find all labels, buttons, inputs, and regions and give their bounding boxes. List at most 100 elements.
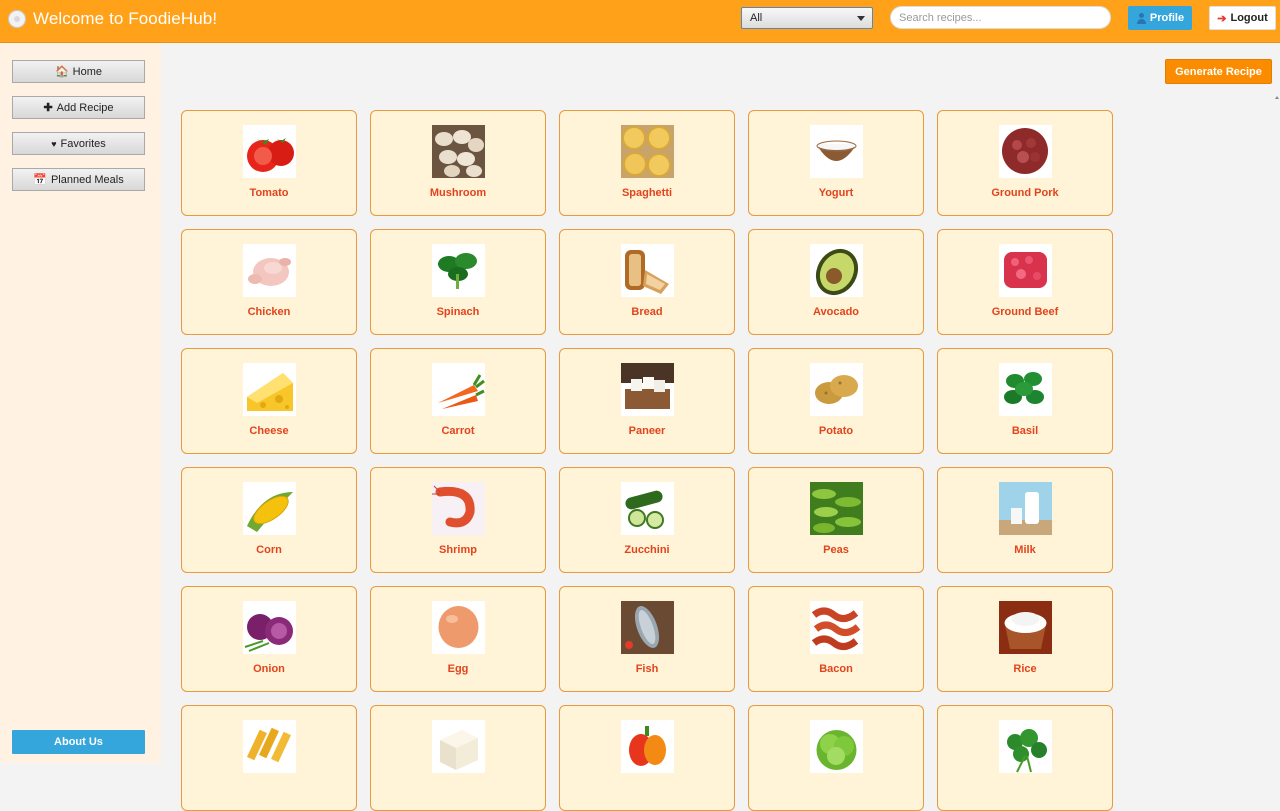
bacon-image [810, 601, 863, 654]
ingredient-card-potato[interactable]: Potato [748, 348, 924, 454]
onion-image [243, 601, 296, 654]
ingredient-card-spaghetti[interactable]: Spaghetti [559, 110, 735, 216]
milk-image [999, 482, 1052, 535]
plate-icon [8, 10, 26, 28]
ingredient-name: Bread [631, 306, 663, 318]
ground-beef-image [999, 244, 1052, 297]
ingredient-name: Cheese [249, 425, 289, 437]
cheese-image [243, 363, 296, 416]
ingredient-card-fish[interactable]: Fish [559, 586, 735, 692]
sidebar-item-add-recipe[interactable]: ✚ Add Recipe [12, 96, 145, 119]
sidebar-item-favorites[interactable]: ♥ Favorites [12, 132, 145, 155]
ingredient-card-bread[interactable]: Bread [559, 229, 735, 335]
scrollbar[interactable] [1274, 95, 1280, 763]
profile-button[interactable]: Profile [1128, 6, 1192, 30]
ingredient-card-tofu[interactable] [370, 705, 546, 811]
profile-button-label: Profile [1149, 12, 1185, 24]
ingredient-name: Shrimp [439, 544, 477, 556]
ingredient-card-paneer[interactable]: Paneer [559, 348, 735, 454]
ingredient-card-ground-beef[interactable]: Ground Beef [937, 229, 1113, 335]
zucchini-image [621, 482, 674, 535]
ingredient-name: Bacon [819, 663, 853, 675]
sidebar: 🏠 Home ✚ Add Recipe ♥ Favorites 📅 Planne… [0, 43, 161, 763]
logout-icon: ➔ [1217, 12, 1227, 25]
sidebar-item-label: Add Recipe [56, 101, 114, 114]
category-select[interactable]: All [741, 7, 873, 29]
ingredient-card-bacon[interactable]: Bacon [748, 586, 924, 692]
basil-image [999, 363, 1052, 416]
ingredient-name: Paneer [628, 425, 666, 437]
ingredient-name: Zucchini [624, 544, 670, 556]
avocado-image [810, 244, 863, 297]
ingredient-card-shrimp[interactable]: Shrimp [370, 467, 546, 573]
ingredient-card-avocado[interactable]: Avocado [748, 229, 924, 335]
ingredient-card-penne[interactable] [181, 705, 357, 811]
chicken-image [243, 244, 296, 297]
ingredient-card-basil[interactable]: Basil [937, 348, 1113, 454]
ingredient-card-egg[interactable]: Egg [370, 586, 546, 692]
paneer-image [621, 363, 674, 416]
egg-image [432, 601, 485, 654]
ingredient-card-milk[interactable]: Milk [937, 467, 1113, 573]
ingredient-card-lettuce[interactable] [748, 705, 924, 811]
sidebar-item-planned-meals[interactable]: 📅 Planned Meals [12, 168, 145, 191]
scroll-up-arrow-icon[interactable] [1275, 96, 1279, 99]
spaghetti-image [621, 125, 674, 178]
ingredient-name: Spinach [436, 306, 480, 318]
ingredient-card-bell-pepper[interactable] [559, 705, 735, 811]
ingredient-name: Basil [1011, 425, 1039, 437]
ingredient-name: Chicken [247, 306, 291, 318]
bread-image [621, 244, 674, 297]
yogurt-image [810, 125, 863, 178]
ingredient-card-spinach[interactable]: Spinach [370, 229, 546, 335]
ingredient-name: Rice [1013, 663, 1037, 675]
sidebar-item-home[interactable]: 🏠 Home [12, 60, 145, 83]
ingredient-card-corn[interactable]: Corn [181, 467, 357, 573]
sidebar-item-label: Home [72, 65, 103, 78]
search-input[interactable] [890, 6, 1111, 29]
ingredient-card-ground-pork[interactable]: Ground Pork [937, 110, 1113, 216]
ingredient-card-onion[interactable]: Onion [181, 586, 357, 692]
peas-image [810, 482, 863, 535]
ingredient-name: Avocado [812, 306, 860, 318]
ingredient-name: Milk [1014, 544, 1036, 556]
mushroom-image [432, 125, 485, 178]
ingredient-card-peas[interactable]: Peas [748, 467, 924, 573]
ingredient-name: Peas [823, 544, 849, 556]
ingredient-card-chicken[interactable]: Chicken [181, 229, 357, 335]
generate-recipe-button[interactable]: Generate Recipe [1165, 59, 1272, 84]
tofu-image [432, 720, 485, 773]
ingredient-name: Carrot [441, 425, 475, 437]
ingredient-name: Potato [818, 425, 854, 437]
ingredient-card-mushroom[interactable]: Mushroom [370, 110, 546, 216]
calendar-icon: 📅 [33, 174, 47, 186]
category-select-value: All [750, 12, 763, 24]
ground-pork-image [999, 125, 1052, 178]
app-title: Welcome to FoodieHub! [33, 9, 218, 28]
bell-pepper-image [621, 720, 674, 773]
ingredient-card-yogurt[interactable]: Yogurt [748, 110, 924, 216]
ingredient-name: Mushroom [429, 187, 487, 199]
house-icon: 🏠 [54, 66, 69, 78]
ingredient-card-carrot[interactable]: Carrot [370, 348, 546, 454]
ingredient-name: Ground Pork [991, 187, 1059, 199]
ingredient-card-zucchini[interactable]: Zucchini [559, 467, 735, 573]
fish-image [621, 601, 674, 654]
about-us-button[interactable]: About Us [12, 730, 145, 754]
top-header: Welcome to FoodieHub! All Profile ➔ Logo… [0, 0, 1280, 43]
plus-icon: ✚ [43, 102, 53, 114]
parsley-image [999, 720, 1052, 773]
carrot-image [432, 363, 485, 416]
ingredient-card-parsley[interactable] [937, 705, 1113, 811]
penne-image [243, 720, 296, 773]
lettuce-image [810, 720, 863, 773]
ingredient-card-rice[interactable]: Rice [937, 586, 1113, 692]
sidebar-item-label: Favorites [60, 137, 106, 150]
ingredient-name: Spaghetti [621, 187, 673, 199]
ingredient-name: Yogurt [818, 187, 854, 199]
ingredient-card-tomato[interactable]: Tomato [181, 110, 357, 216]
logout-button[interactable]: ➔ Logout [1209, 6, 1276, 30]
chevron-down-icon [857, 16, 865, 21]
ingredient-card-cheese[interactable]: Cheese [181, 348, 357, 454]
ingredient-name: Tomato [249, 187, 289, 199]
